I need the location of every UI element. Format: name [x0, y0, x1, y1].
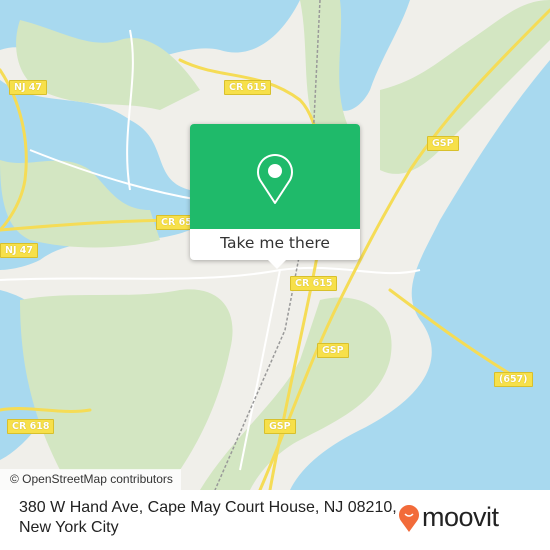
map-attribution[interactable]: © OpenStreetMap contributors	[0, 469, 181, 490]
footer: 380 W Hand Ave, Cape May Court House, NJ…	[0, 490, 550, 550]
road-shield: NJ 47	[9, 80, 48, 95]
address-line2: New York City	[19, 519, 119, 536]
road-shield: GSP	[427, 136, 459, 151]
popup-header	[190, 124, 360, 229]
popup-pointer	[268, 260, 286, 269]
moovit-logo: moovit	[398, 502, 499, 533]
address-line1: 380 W Hand Ave, Cape May Court House, NJ…	[19, 499, 397, 516]
address: 380 W Hand Ave, Cape May Court House, NJ…	[19, 498, 397, 538]
moovit-pin-icon	[399, 504, 419, 532]
map[interactable]: NJ 47 NJ 47 CR 615 CR 65 CR 615 GSP GSP …	[0, 0, 550, 490]
brand-name: moovit	[422, 502, 499, 532]
take-me-there-button[interactable]: Take me there	[190, 229, 360, 260]
road-shield: GSP	[317, 343, 349, 358]
map-pin-icon	[257, 154, 293, 204]
location-popup: Take me there	[190, 124, 360, 269]
road-shield: CR 615	[290, 276, 338, 291]
forest	[20, 289, 233, 470]
road-shield: GSP	[264, 419, 296, 434]
road-shield: CR 615	[224, 80, 272, 95]
road-shield: NJ 47	[0, 243, 39, 258]
road-shield: (657)	[494, 372, 533, 387]
road-shield: CR 618	[7, 419, 55, 434]
